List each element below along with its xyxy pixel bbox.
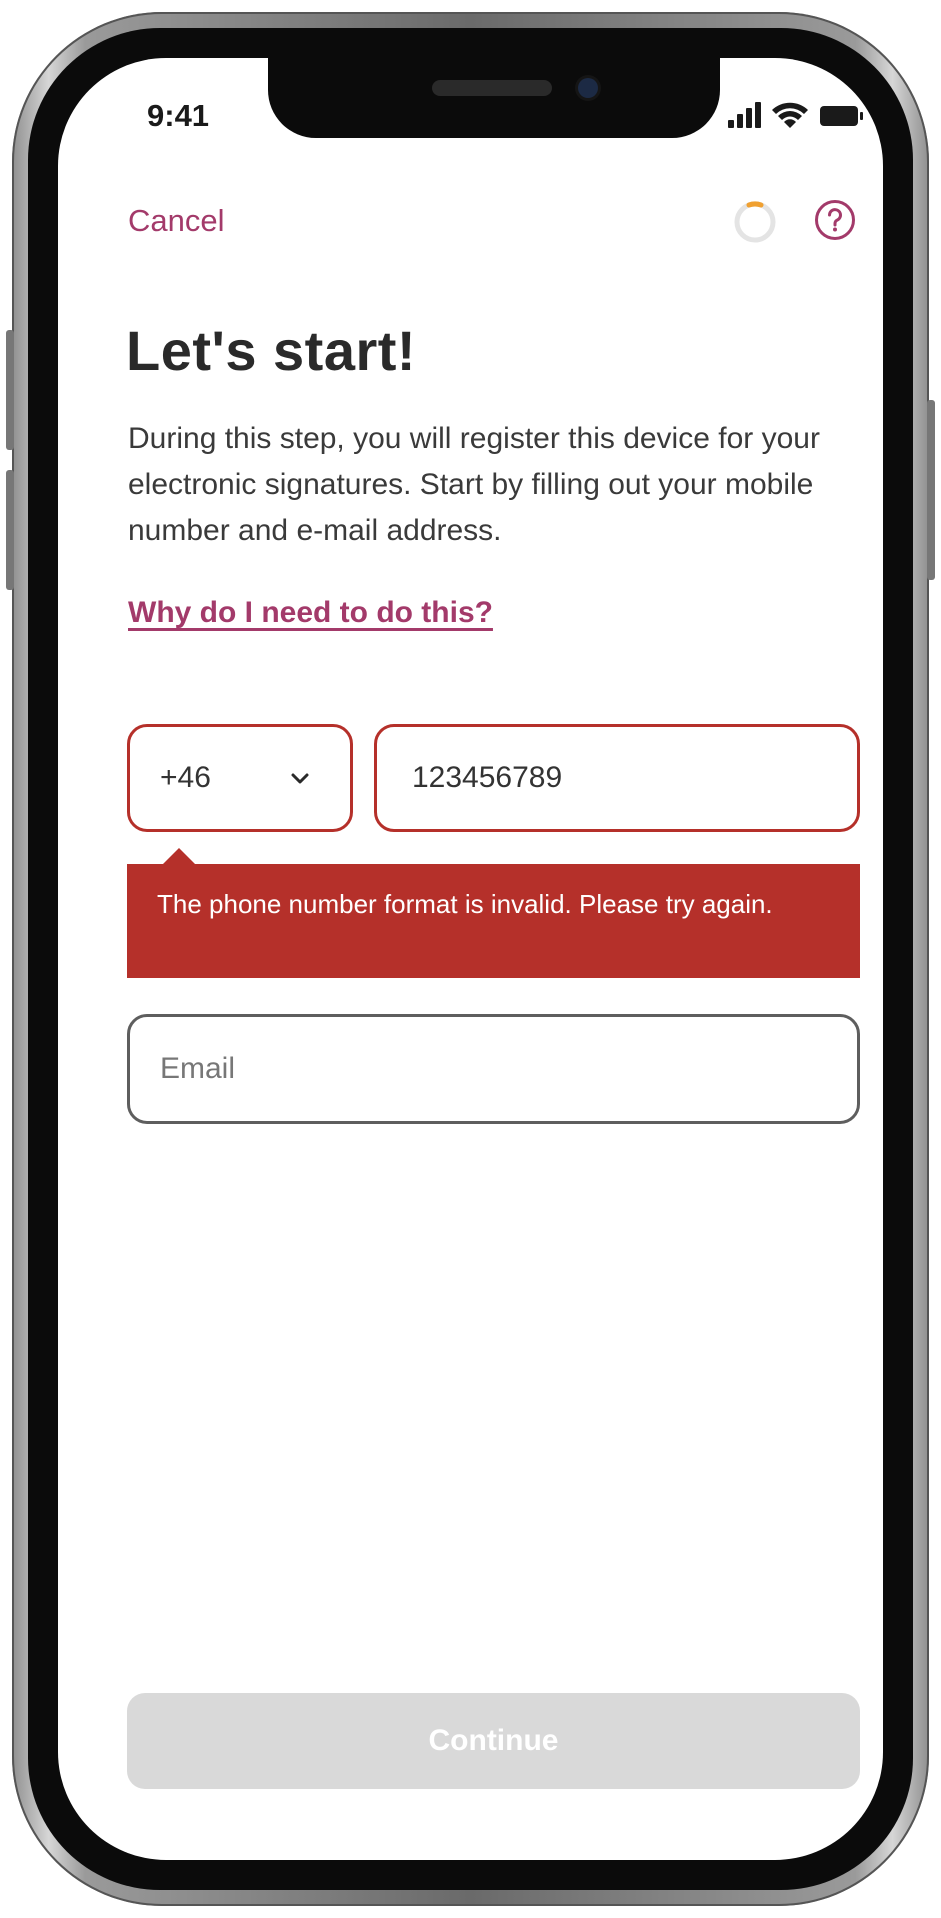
continue-button[interactable]: Continue [127, 1693, 860, 1789]
phone-error-message: The phone number format is invalid. Plea… [127, 864, 860, 978]
status-time: 9:41 [147, 98, 210, 133]
phone-notch [268, 58, 720, 138]
help-icon[interactable] [814, 199, 856, 241]
signal-icon [728, 102, 761, 128]
error-pointer [163, 848, 195, 864]
country-code-select[interactable]: +46 [127, 724, 353, 832]
email-field[interactable]: Email [127, 1014, 860, 1124]
country-code-value: +46 [160, 761, 211, 794]
phone-number-value: 123456789 [412, 761, 563, 794]
wifi-icon [772, 102, 808, 128]
chevron-down-icon [290, 769, 310, 789]
status-icons [728, 98, 868, 132]
phone-side-button [927, 400, 935, 580]
cancel-button[interactable]: Cancel [128, 203, 225, 239]
why-link[interactable]: Why do I need to do this? [128, 596, 493, 630]
front-camera [578, 78, 598, 98]
battery-icon [820, 106, 863, 126]
page-title: Let's start! [126, 319, 417, 382]
phone-side-button [6, 330, 14, 450]
progress-spinner-icon [732, 199, 778, 245]
email-placeholder: Email [160, 1052, 236, 1085]
phone-number-input[interactable]: 123456789 [374, 724, 860, 832]
intro-text: During this step, you will register this… [128, 422, 820, 547]
speaker-grille [432, 80, 552, 96]
phone-side-button [6, 470, 14, 590]
